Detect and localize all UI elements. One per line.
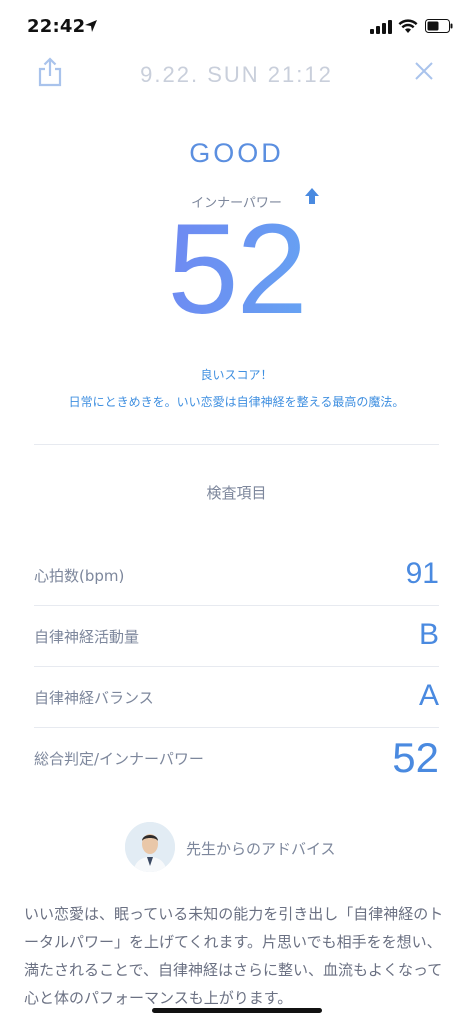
item-label: 総合判定/インナーパワー <box>34 750 204 768</box>
section-title: 検査項目 <box>206 484 267 502</box>
item-row-heart-rate: 心拍数(bpm) 91 <box>34 545 439 606</box>
wifi-icon <box>398 19 418 33</box>
score-message: 良いスコア！ <box>200 368 273 382</box>
item-label: 自律神経バランス <box>34 689 154 707</box>
close-icon[interactable] <box>413 60 435 82</box>
advisor-header: 先生からのアドバイス <box>0 822 473 874</box>
inner-power-score: 52 <box>0 199 473 341</box>
battery-icon <box>425 19 453 33</box>
result-datetime: 9.22. SUN 21:12 <box>140 62 333 87</box>
advisor-label: 先生からのアドバイス <box>186 840 336 858</box>
item-row-autonomic-balance: 自律神経バランス A <box>34 667 439 728</box>
status-bar: 22:42 <box>0 0 473 52</box>
item-label: 心拍数(bpm) <box>34 567 125 585</box>
test-items-list: 心拍数(bpm) 91 自律神経活動量 B 自律神経バランス A 総合判定/イン… <box>34 545 439 788</box>
doctor-portrait-icon <box>125 822 175 872</box>
item-value: A <box>418 679 439 712</box>
item-value: 52 <box>392 734 439 781</box>
item-value: B <box>418 618 439 651</box>
item-label: 自律神経活動量 <box>34 628 140 646</box>
header: 9.22. SUN 21:12 <box>0 52 473 96</box>
item-row-overall: 総合判定/インナーパワー 52 <box>34 728 439 788</box>
status-word: GOOD <box>189 138 284 168</box>
home-indicator[interactable] <box>152 1008 322 1013</box>
status-time: 22:42 <box>27 16 86 37</box>
item-value: 91 <box>405 557 439 590</box>
item-row-autonomic-activity: 自律神経活動量 B <box>34 606 439 667</box>
divider <box>34 444 439 445</box>
cellular-signal-icon <box>370 20 392 34</box>
location-arrow-icon <box>85 20 97 32</box>
advice-text: いい恋愛は、眠っている未知の能力を引き出し「自律神経のトータルパワー」を上げてく… <box>24 905 444 1007</box>
doctor-avatar <box>125 822 175 872</box>
score-description: 日常にときめきを。いい恋愛は自律神経を整える最高の魔法。 <box>68 395 405 409</box>
